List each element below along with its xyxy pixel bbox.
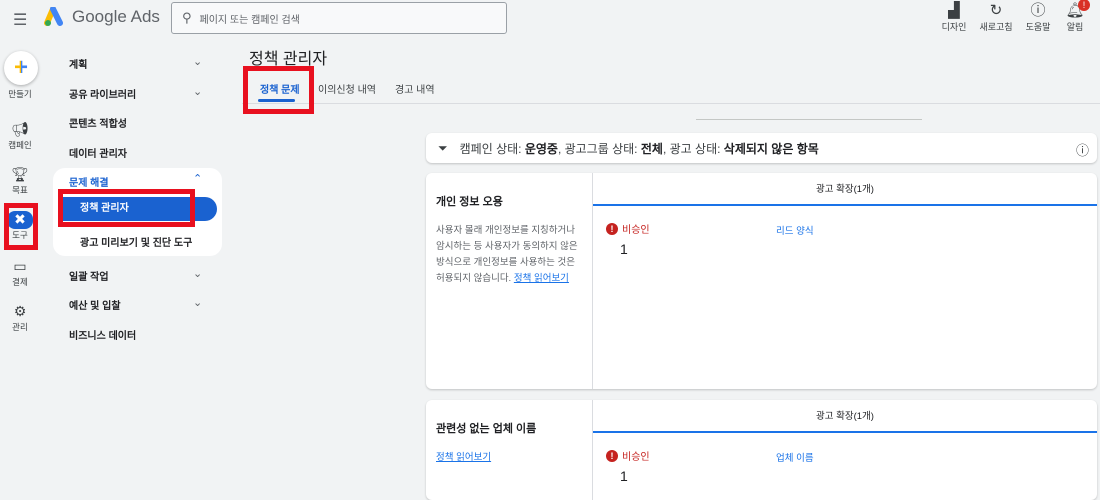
read-policy-link[interactable]: 정책 읽어보기 [514, 273, 569, 284]
refresh-button[interactable]: ↻ 새로고침 [976, 2, 1016, 33]
nav-bulk-actions[interactable]: 일괄 작업 [69, 268, 109, 283]
filter-icon: ⏷ [438, 140, 448, 155]
plus-icon: + [13, 54, 28, 81]
label: 목표 [12, 185, 28, 195]
nav-content-suitability[interactable]: 콘텐츠 적합성 [69, 115, 127, 130]
google-ads-icon [44, 7, 63, 26]
policy-card: 개인 정보 오용 사용자 몰래 개인정보를 지칭하거나 암시하는 등 사용자가 동… [426, 173, 1097, 389]
tab-warning-history[interactable]: 경고 내역 [395, 81, 435, 96]
top-bar: ☰ Google Ads ⚲ 페이지 또는 캠페인 검색 ▟ 디자인 ↻ 새로고침 ⓘ… [0, 0, 1100, 38]
menu-icon[interactable]: ☰ [13, 10, 27, 30]
asset-type[interactable]: 리드 양식 [776, 223, 814, 237]
gear-icon: ⚙ [13, 303, 27, 319]
chevron-down-icon[interactable]: ⌄ [193, 267, 202, 280]
nav-troubleshooting[interactable]: 문제 해결 [69, 174, 109, 189]
policy-title: 관련성 없는 업체 이름 [436, 423, 537, 435]
search-icon: ⚲ [182, 10, 192, 25]
nav-planning[interactable]: 계획 [69, 56, 87, 71]
search-input[interactable]: ⚲ 페이지 또는 캠페인 검색 [171, 2, 507, 34]
chevron-down-icon[interactable]: ⌄ [193, 55, 202, 68]
column-header: 광고 확장(1개) [593, 400, 1097, 433]
tab-appeal-history[interactable]: 이의신청 내역 [318, 81, 376, 96]
nav-data-manager[interactable]: 데이터 관리자 [69, 145, 127, 160]
nav-shared-library[interactable]: 공유 라이브러리 [69, 86, 136, 101]
filter-bar[interactable]: ⏷ 캠페인 상태: 운영중, 광고그룹 상태: 전체, 광고 상태: 삭제되지 … [426, 133, 1097, 163]
nav-ad-preview[interactable]: 광고 미리보기 및 진단 도구 [80, 234, 192, 249]
read-policy-link[interactable]: 정책 읽어보기 [436, 452, 491, 463]
status: ! 비승인 [606, 221, 650, 236]
chevron-down-icon[interactable]: ⌄ [193, 85, 202, 98]
asset-type[interactable]: 업체 이름 [776, 450, 814, 464]
nav-business-data[interactable]: 비즈니스 데이터 [69, 327, 136, 342]
chevron-down-icon[interactable]: ⌄ [193, 296, 202, 309]
refresh-icon: ↻ [989, 2, 1003, 19]
chevron-up-icon[interactable]: ⌃ [193, 172, 202, 185]
error-icon: ! [606, 222, 618, 235]
policy-card: 관련성 없는 업체 이름정책 읽어보기 광고 확장(1개) ! 비승인 1 업체 … [426, 400, 1097, 500]
product-name: Google Ads [72, 7, 160, 26]
design-icon: ▟ [948, 2, 960, 19]
card-icon: ▭ [13, 258, 27, 274]
label: 관리 [12, 322, 28, 332]
error-icon: ! [606, 449, 618, 462]
notifications-button[interactable]: 🔔︎ 알림! [1055, 0, 1095, 33]
filter-text: 캠페인 상태: 운영중, 광고그룹 상태: 전체, 광고 상태: 삭제되지 않은… [459, 141, 819, 156]
status-label: 비승인 [622, 452, 650, 463]
status: ! 비승인 [606, 448, 650, 463]
label: 디자인 [941, 22, 967, 32]
trophy-icon: 🏆︎ [11, 166, 29, 182]
column-header: 광고 확장(1개) [593, 173, 1097, 206]
count[interactable]: 1 [620, 241, 628, 257]
create-label: 만들기 [8, 89, 32, 99]
rail-admin[interactable]: ⚙ 관리 [0, 303, 40, 333]
nav-budget-bidding[interactable]: 예산 및 입찰 [69, 297, 121, 312]
label: 알림 [1066, 22, 1084, 32]
create-button[interactable]: + [4, 51, 38, 85]
label: 결제 [12, 277, 28, 287]
highlight-box [243, 66, 314, 114]
help-button[interactable]: ⓘ 도움말 [1018, 2, 1058, 33]
highlight-box [58, 189, 195, 227]
megaphone-icon: 📢︎ [11, 121, 29, 137]
rail-goals[interactable]: 🏆︎ 목표 [0, 166, 40, 196]
policy-title: 개인 정보 오용 [436, 196, 503, 208]
status-label: 비승인 [622, 225, 650, 236]
help-icon[interactable]: ⓘ [1076, 140, 1089, 159]
label: 도움말 [1025, 22, 1051, 32]
rail-billing[interactable]: ▭ 결제 [0, 258, 40, 288]
highlight-box [4, 203, 38, 250]
label: 새로고침 [979, 22, 1013, 32]
label: 캠페인 [8, 140, 32, 150]
tab-divider [242, 103, 1100, 104]
count[interactable]: 1 [620, 468, 628, 484]
google-ads-logo[interactable]: Google Ads [44, 7, 160, 27]
divider [696, 119, 922, 120]
search-placeholder: 페이지 또는 캠페인 검색 [199, 14, 300, 26]
help-icon: ⓘ [1030, 2, 1046, 19]
design-button[interactable]: ▟ 디자인 [934, 2, 974, 33]
rail-campaigns[interactable]: 📢︎ 캠페인 [0, 121, 40, 151]
